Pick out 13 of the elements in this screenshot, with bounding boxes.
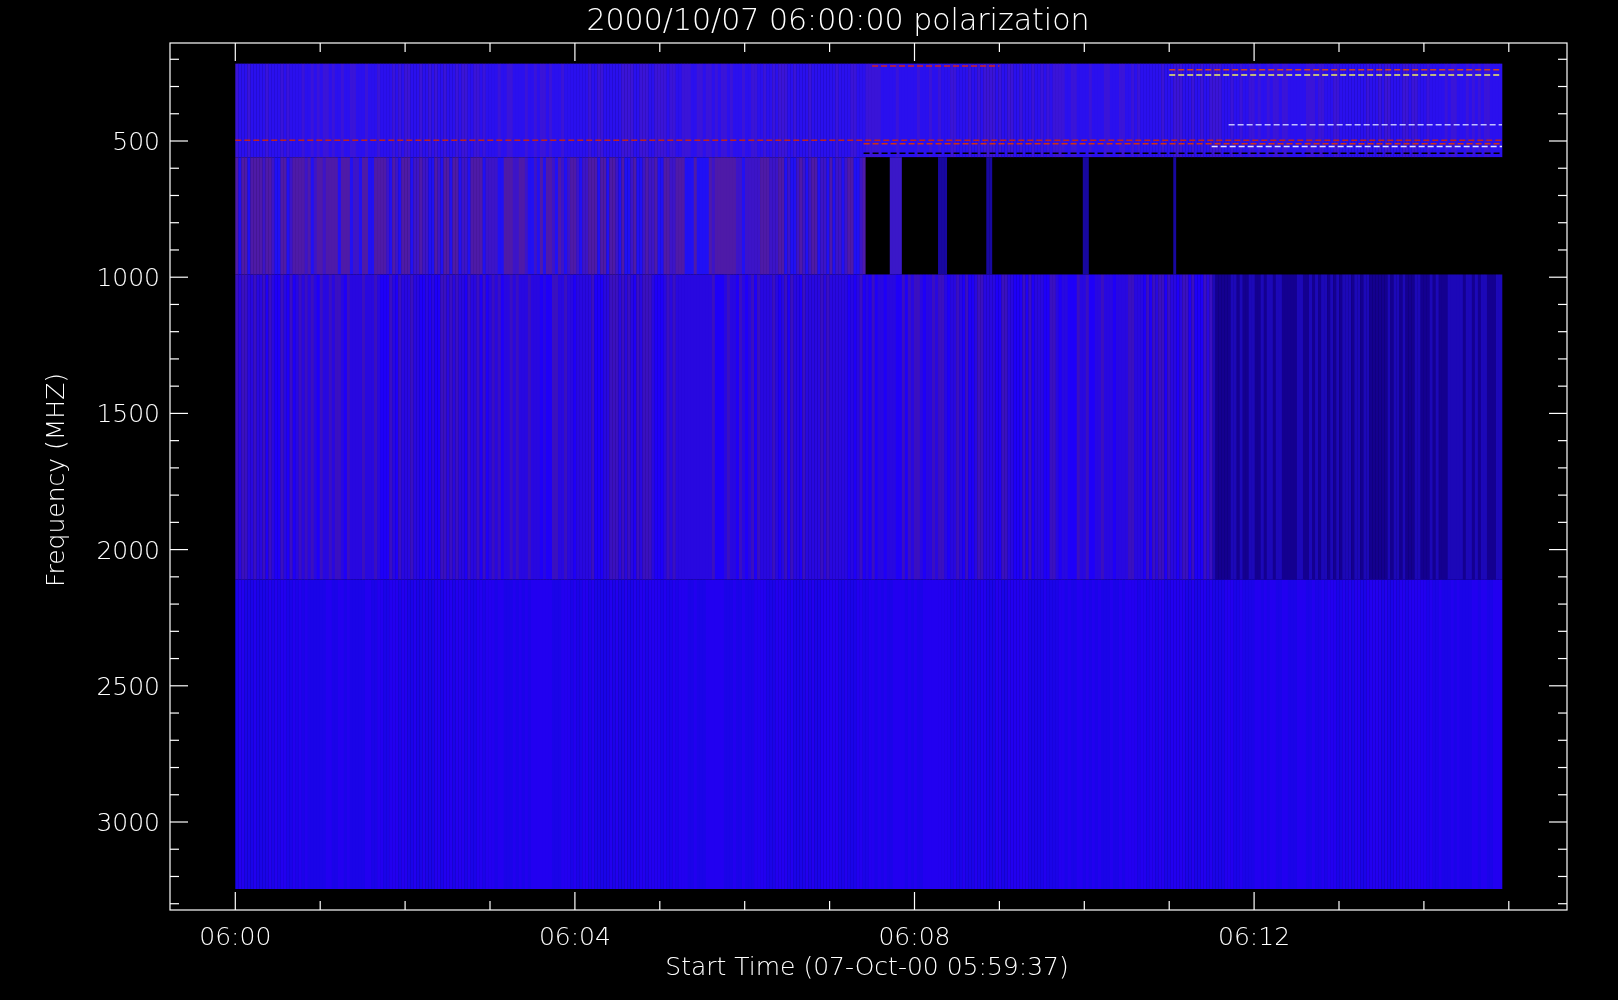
x-tick-label: 06:00: [199, 922, 272, 951]
y-axis-label: Frequency (MHZ): [41, 372, 70, 588]
x-tick-label: 06:12: [1218, 922, 1291, 951]
chart-title: 2000/10/07 06:00:00 polarization: [586, 2, 1090, 37]
y-tick-label: 1500: [96, 399, 160, 429]
x-tick-label: 06:08: [878, 922, 951, 951]
x-axis-label: Start Time (07-Oct-00 05:59:37): [665, 952, 1069, 981]
x-tick-label: 06:04: [538, 922, 611, 951]
y-tick-label: 1000: [96, 263, 160, 293]
y-tick-label: 2000: [96, 535, 160, 565]
y-tick-label: 2500: [96, 671, 160, 701]
y-tick-label: 500: [112, 127, 160, 156]
y-tick-label: 3000: [96, 808, 160, 837]
